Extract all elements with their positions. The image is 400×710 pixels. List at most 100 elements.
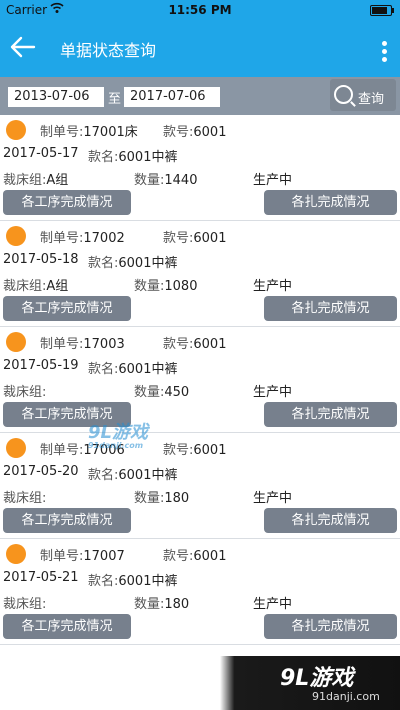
style-name: 款名:6001中裤 bbox=[88, 358, 177, 377]
order-date: 2017-05-19 bbox=[3, 358, 79, 373]
status-dot-icon bbox=[6, 120, 26, 140]
cut-group: 裁床组: bbox=[3, 487, 46, 506]
order-number: 制单号:17003 bbox=[40, 333, 125, 352]
date-to-field[interactable]: 2017-07-06 bbox=[124, 87, 220, 107]
bundle-progress-button[interactable]: 各扎完成情况 bbox=[264, 402, 397, 427]
style-name-label: 款名: bbox=[88, 150, 119, 165]
quantity-label: 数量: bbox=[134, 279, 165, 294]
production-status-value: 生产中 bbox=[253, 597, 293, 612]
quantity: 数量:1440 bbox=[134, 169, 197, 188]
watermark-logo: 9L游戏 91danji.com bbox=[88, 422, 148, 450]
search-icon bbox=[334, 85, 353, 104]
query-button-label: 查询 bbox=[358, 92, 385, 107]
style-name-label: 款名: bbox=[88, 256, 119, 271]
style-name-value: 6001中裤 bbox=[118, 468, 178, 483]
style-number: 款号:6001 bbox=[163, 439, 226, 458]
cut-group-label: 裁床组: bbox=[3, 385, 47, 400]
style-name-value: 6001中裤 bbox=[118, 574, 178, 589]
bundle-progress-button[interactable]: 各扎完成情况 bbox=[264, 296, 397, 321]
query-button[interactable]: 查询 bbox=[330, 79, 396, 111]
status-bar: Carrier 11:56 PM bbox=[0, 0, 400, 20]
order-number-label: 制单号: bbox=[40, 337, 84, 352]
style-name-label: 款名: bbox=[88, 362, 119, 377]
style-name-label: 款名: bbox=[88, 574, 119, 589]
order-number: 制单号:17002 bbox=[40, 227, 125, 246]
style-number-value: 6001 bbox=[193, 231, 227, 246]
process-progress-button[interactable]: 各工序完成情况 bbox=[3, 614, 131, 639]
process-progress-button[interactable]: 各工序完成情况 bbox=[3, 296, 131, 321]
process-progress-button[interactable]: 各工序完成情况 bbox=[3, 508, 131, 533]
order-item[interactable]: 制单号:17006 款号:6001 2017-05-20 款名:6001中裤 裁床组: 数… bbox=[0, 433, 400, 539]
cut-group-value: A组 bbox=[46, 173, 69, 188]
style-number: 款号:6001 bbox=[163, 545, 226, 564]
cut-group-value: A组 bbox=[46, 279, 69, 294]
back-arrow-icon[interactable] bbox=[8, 32, 38, 62]
order-date-value: 2017-05-19 bbox=[3, 358, 79, 373]
style-number-value: 6001 bbox=[193, 337, 227, 352]
production-status: 生产中 bbox=[253, 275, 292, 294]
cut-group: 裁床组:A组 bbox=[3, 275, 68, 294]
order-list: 制单号:17001床 款号:6001 2017-05-17 款名:6001中裤 裁床组:… bbox=[0, 115, 400, 645]
cut-group-label: 裁床组: bbox=[3, 279, 47, 294]
order-date: 2017-05-21 bbox=[3, 570, 79, 585]
style-number: 款号:6001 bbox=[163, 121, 226, 140]
nav-bar: 单据状态查询 bbox=[0, 20, 400, 77]
order-date: 2017-05-17 bbox=[3, 146, 79, 161]
order-item[interactable]: 制单号:17001床 款号:6001 2017-05-17 款名:6001中裤裁床组:… bbox=[0, 115, 400, 221]
order-number-label: 制单号: bbox=[40, 125, 84, 140]
production-status: 生产中 bbox=[253, 487, 292, 506]
order-number: 制单号:17001床 bbox=[40, 121, 138, 140]
quantity: 数量:1080 bbox=[134, 275, 197, 294]
style-name-value: 6001中裤 bbox=[118, 150, 178, 165]
page-title: 单据状态查询 bbox=[60, 41, 157, 60]
status-dot-icon bbox=[6, 332, 26, 352]
to-label: 至 bbox=[108, 92, 122, 107]
quantity-value: 180 bbox=[164, 491, 190, 506]
order-date-value: 2017-05-17 bbox=[3, 146, 79, 161]
order-number-value: 17007 bbox=[83, 549, 125, 564]
brand-logo: 9L游戏 91danji.com bbox=[220, 656, 400, 710]
style-name: 款名:6001中裤 bbox=[88, 464, 177, 483]
clock: 11:56 PM bbox=[168, 3, 232, 17]
cut-group-label: 裁床组: bbox=[3, 597, 47, 612]
production-status-value: 生产中 bbox=[253, 385, 293, 400]
order-date-value: 2017-05-20 bbox=[3, 464, 79, 479]
process-progress-button[interactable]: 各工序完成情况 bbox=[3, 190, 131, 215]
order-item[interactable]: 制单号:17002 款号:6001 2017-05-18 款名:6001中裤 裁床组:A… bbox=[0, 221, 400, 327]
status-dot-icon bbox=[6, 544, 26, 564]
quantity-label: 数量: bbox=[134, 173, 165, 188]
style-name-value: 6001中裤 bbox=[118, 256, 178, 271]
cut-group-label: 裁床组: bbox=[3, 491, 47, 506]
cut-group: 裁床组: bbox=[3, 593, 46, 612]
order-number-value: 17001床 bbox=[83, 125, 138, 140]
production-status: 生产中 bbox=[253, 381, 292, 400]
style-number-value: 6001 bbox=[193, 443, 227, 458]
production-status-value: 生产中 bbox=[253, 279, 293, 294]
production-status-value: 生产中 bbox=[253, 491, 293, 506]
order-date: 2017-05-20 bbox=[3, 464, 79, 479]
order-item[interactable]: 制单号:17003 款号:6001 2017-05-19 款名:6001中裤 裁床组: 数… bbox=[0, 327, 400, 433]
order-number-value: 17003 bbox=[83, 337, 125, 352]
style-number-label: 款号: bbox=[163, 231, 194, 246]
status-dot-icon bbox=[6, 438, 26, 458]
status-dot-icon bbox=[6, 226, 26, 246]
order-item[interactable]: 制单号:17007 款号:6001 2017-05-21 款名:6001中裤 裁床组: 数… bbox=[0, 539, 400, 645]
quantity: 数量:450 bbox=[134, 381, 189, 400]
style-number-label: 款号: bbox=[163, 549, 194, 564]
style-name: 款名:6001中裤 bbox=[88, 570, 177, 589]
order-date-value: 2017-05-21 bbox=[3, 570, 79, 585]
quantity-label: 数量: bbox=[134, 385, 165, 400]
quantity-value: 1440 bbox=[164, 173, 198, 188]
bundle-progress-button[interactable]: 各扎完成情况 bbox=[264, 508, 397, 533]
order-number-label: 制单号: bbox=[40, 231, 84, 246]
quantity: 数量:180 bbox=[134, 487, 189, 506]
style-name-label: 款名: bbox=[88, 468, 119, 483]
bundle-progress-button[interactable]: 各扎完成情况 bbox=[264, 614, 397, 639]
cut-group: 裁床组:A组 bbox=[3, 169, 68, 188]
style-name: 款名:6001中裤 bbox=[88, 146, 177, 165]
date-from-field[interactable]: 2013-07-06 bbox=[8, 87, 104, 107]
bundle-progress-button[interactable]: 各扎完成情况 bbox=[264, 190, 397, 215]
more-options-icon[interactable] bbox=[382, 41, 388, 65]
production-status: 生产中 bbox=[253, 593, 292, 612]
quantity-label: 数量: bbox=[134, 597, 165, 612]
